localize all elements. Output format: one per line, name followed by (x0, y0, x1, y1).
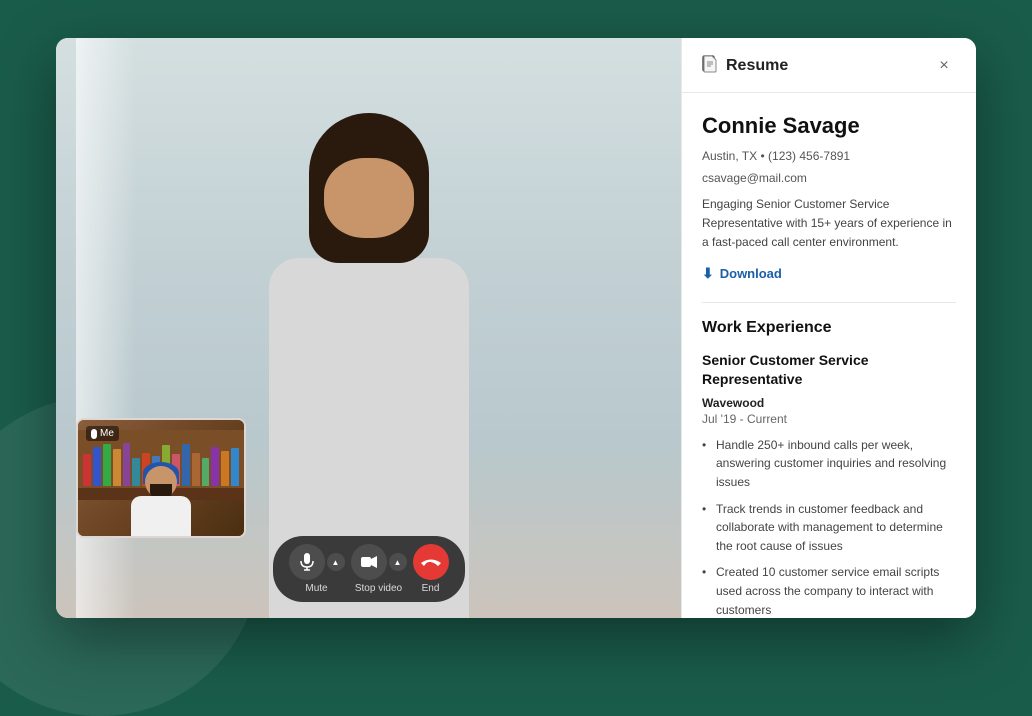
mute-chevron[interactable]: ▲ (327, 553, 345, 571)
stop-video-control: ▲ Stop video (351, 544, 407, 594)
stop-video-button[interactable] (351, 544, 387, 580)
mute-button[interactable] (289, 544, 325, 580)
self-view-thumbnail: Me (76, 418, 246, 538)
job-bullets: Handle 250+ inbound calls per week, answ… (702, 436, 956, 618)
sv-body (131, 496, 191, 536)
job-dates: Jul '19 - Current (702, 412, 956, 426)
book (93, 447, 101, 486)
end-label: End (422, 583, 440, 594)
bullet-item: Track trends in customer feedback and co… (702, 500, 956, 556)
resume-panel-header: Resume × (682, 38, 976, 93)
candidate-location-phone: Austin, TX • (123) 456-7891 (702, 147, 956, 165)
download-label: Download (720, 266, 782, 281)
book (202, 458, 210, 486)
stop-video-chevron[interactable]: ▲ (389, 553, 407, 571)
resume-body[interactable]: Connie Savage Austin, TX • (123) 456-789… (682, 93, 976, 618)
bullet-item: Handle 250+ inbound calls per week, answ… (702, 436, 956, 492)
book (211, 447, 219, 486)
app-window: Me ▲ Mute (56, 38, 976, 618)
presenter-face (324, 158, 414, 238)
resume-header-left: Resume (702, 55, 788, 78)
candidate-summary: Engaging Senior Customer Service Represe… (702, 195, 956, 253)
section-divider (702, 302, 956, 303)
self-view-label: Me (86, 426, 119, 441)
self-view-person (121, 466, 201, 536)
company-name: Wavewood (702, 396, 956, 410)
book (113, 449, 121, 486)
mute-label: Mute (305, 583, 327, 594)
candidate-email: csavage@mail.com (702, 169, 956, 187)
video-area: Me ▲ Mute (56, 38, 681, 618)
job-title: Senior Customer Service Representative (702, 351, 956, 390)
controls-bar: ▲ Mute ▲ Stop video (273, 536, 465, 602)
candidate-name: Connie Savage (702, 113, 956, 139)
resume-panel: Resume × Connie Savage Austin, TX • (123… (681, 38, 976, 618)
book (103, 444, 111, 486)
mic-icon (91, 429, 97, 439)
job-entry: Senior Customer Service Representative W… (702, 351, 956, 618)
mute-control: ▲ Mute (289, 544, 345, 594)
self-view-name: Me (100, 428, 114, 439)
bullet-item: Created 10 customer service email script… (702, 563, 956, 618)
download-resume-link[interactable]: ⬇ Download (702, 265, 782, 282)
download-icon: ⬇ (702, 265, 714, 282)
end-button[interactable] (413, 544, 449, 580)
document-icon (702, 55, 718, 78)
end-control: End (413, 544, 449, 594)
stop-video-label: Stop video (355, 583, 402, 594)
book (83, 454, 91, 486)
close-button[interactable]: × (932, 54, 956, 78)
book (231, 448, 239, 486)
work-experience-section-title: Work Experience (702, 319, 956, 337)
book (221, 451, 229, 486)
resume-panel-title: Resume (726, 57, 788, 75)
